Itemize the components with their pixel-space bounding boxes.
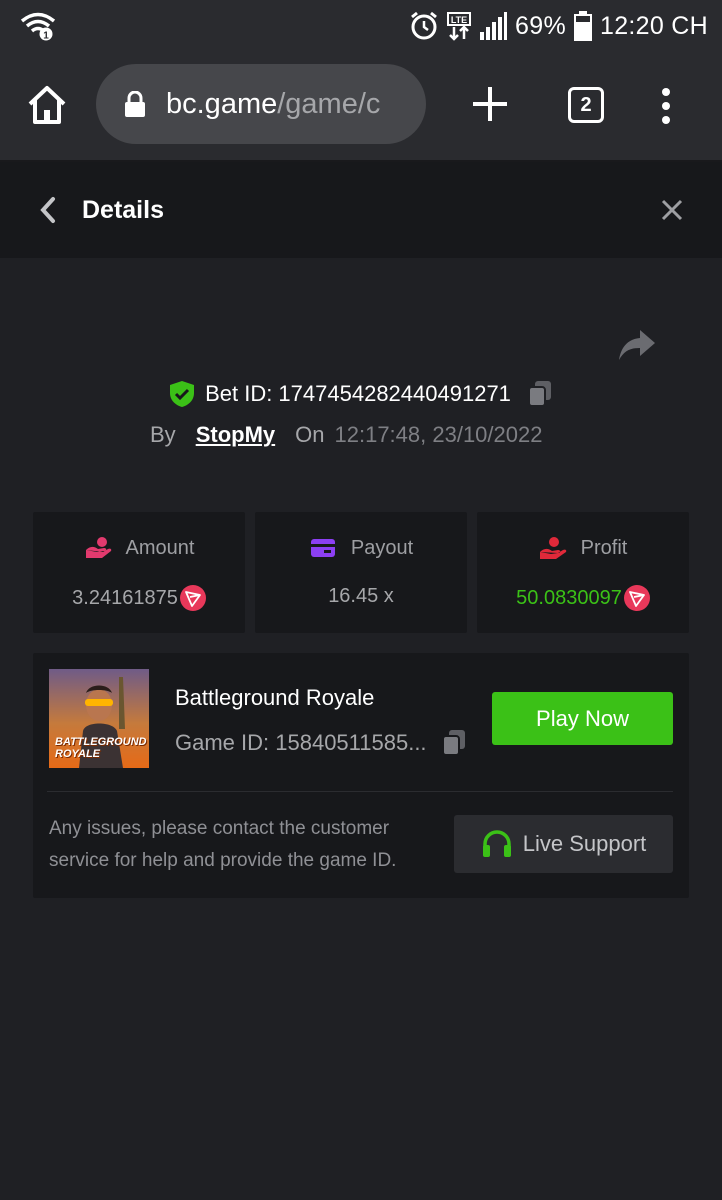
- divider: [47, 791, 673, 792]
- close-icon[interactable]: [660, 198, 684, 222]
- headset-icon: [482, 830, 511, 857]
- trx-coin-icon: [179, 585, 206, 611]
- url-text: bc.game/game/c: [166, 88, 380, 121]
- bet-meta-row: By StopMy On 12:17:48, 23/10/2022: [150, 422, 542, 452]
- amount-icon: [85, 537, 111, 558]
- amount-card: Amount 3.24161875: [33, 512, 245, 633]
- game-card: BATTLEGROUND ROYALE Battleground Royale …: [33, 653, 689, 898]
- profit-icon: [539, 537, 566, 559]
- on-label: On: [295, 422, 325, 447]
- live-support-label: Live Support: [522, 831, 647, 856]
- trx-coin-icon: [623, 585, 650, 611]
- tab-switcher-button[interactable]: 2: [568, 87, 604, 123]
- game-thumbnail[interactable]: BATTLEGROUND ROYALE: [49, 669, 149, 768]
- payout-card: Payout 16.45 x: [255, 512, 467, 633]
- payout-value: 16.45 x: [328, 585, 394, 607]
- url-path: /game/c: [277, 87, 381, 120]
- copy-game-id-icon[interactable]: [441, 729, 467, 757]
- game-id: Game ID: 15840511585...: [175, 730, 427, 755]
- verified-shield-icon: [170, 381, 195, 407]
- bet-id-row: Bet ID: 1747454282440491271: [0, 376, 722, 412]
- profit-value: 50.0830097: [516, 586, 622, 609]
- payout-label: Payout: [350, 536, 414, 559]
- bet-time: 12:17:48, 23/10/2022: [334, 422, 543, 447]
- amount-value: 3.24161875: [72, 586, 178, 609]
- thumb-text-line-1: BATTLEGROUND: [55, 736, 147, 748]
- new-tab-icon[interactable]: [470, 84, 510, 124]
- svg-text:LTE: LTE: [451, 15, 467, 25]
- details-header: Details: [0, 162, 722, 258]
- copy-bet-id-icon[interactable]: [527, 380, 553, 408]
- profit-card: Profit 50.0830097: [477, 512, 689, 633]
- battery-percent: 69%: [515, 11, 566, 40]
- lock-icon: [125, 91, 145, 117]
- clock: 12:20 CH: [599, 11, 708, 40]
- live-support-button[interactable]: Live Support: [454, 815, 673, 873]
- home-icon[interactable]: [26, 84, 68, 126]
- play-now-button[interactable]: Play Now: [492, 692, 673, 745]
- thumb-text-line-2: ROYALE: [55, 748, 101, 760]
- amount-label: Amount: [125, 536, 195, 559]
- game-id-row: Game ID: 15840511585...: [175, 729, 467, 757]
- game-thumbnail-text: BATTLEGROUND ROYALE: [55, 736, 146, 760]
- bet-id: Bet ID: 1747454282440491271: [205, 381, 511, 406]
- support-note: Any issues, please contact the customer …: [49, 818, 397, 871]
- svg-text:1: 1: [43, 31, 49, 42]
- status-indicators: LTE 69% 12:20 CH: [409, 11, 708, 41]
- alarm-icon: [411, 11, 437, 40]
- more-menu-icon[interactable]: [654, 86, 678, 126]
- share-icon[interactable]: [618, 328, 656, 362]
- url-host: bc.game: [166, 87, 278, 120]
- battery-icon: [573, 11, 592, 41]
- lte-icon: LTE: [447, 12, 472, 41]
- page-title: Details: [82, 196, 164, 224]
- address-bar[interactable]: bc.game/game/c: [96, 64, 426, 144]
- payout-icon: [310, 539, 335, 557]
- by-label: By: [150, 422, 176, 447]
- user-link[interactable]: StopMy: [196, 422, 275, 448]
- signal-icon: [480, 12, 508, 40]
- status-bar: 1 LTE 69% 12:20 CH: [0, 0, 722, 52]
- wifi-icon: 1: [20, 12, 56, 42]
- game-title: Battleground Royale: [175, 685, 375, 710]
- profit-label: Profit: [580, 536, 628, 559]
- browser-toolbar: bc.game/game/c 2: [0, 52, 722, 162]
- back-arrow-icon[interactable]: [36, 195, 60, 225]
